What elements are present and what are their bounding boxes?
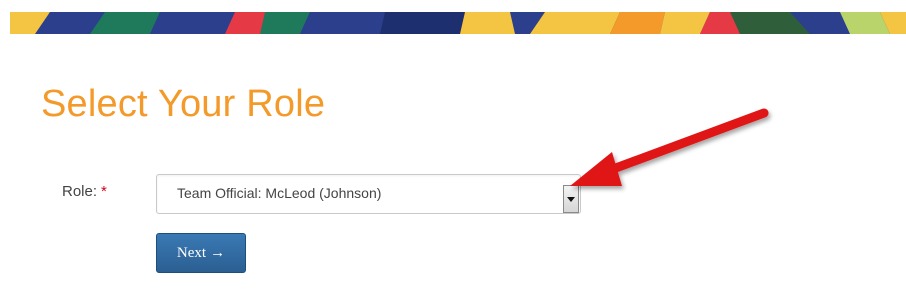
role-select-value: Team Official: McLeod (Johnson) bbox=[177, 185, 382, 201]
next-button-label: Next bbox=[176, 245, 207, 261]
annotation-arrow bbox=[570, 108, 769, 186]
next-button[interactable]: Next → bbox=[156, 233, 246, 273]
required-marker: * bbox=[101, 183, 107, 200]
role-select[interactable]: Team Official: McLeod (Johnson) bbox=[156, 174, 581, 214]
arrow-right-icon: → bbox=[210, 245, 226, 261]
page: Select Your Role Role: * Team Official: M… bbox=[0, 0, 906, 307]
banner-graphic bbox=[10, 12, 906, 34]
page-title: Select Your Role bbox=[41, 83, 326, 125]
dropdown-toggle[interactable] bbox=[563, 185, 579, 213]
header-banner bbox=[10, 12, 906, 34]
role-label-text: Role: bbox=[62, 183, 98, 200]
chevron-down-icon bbox=[567, 196, 575, 202]
role-label: Role: * bbox=[62, 183, 107, 200]
